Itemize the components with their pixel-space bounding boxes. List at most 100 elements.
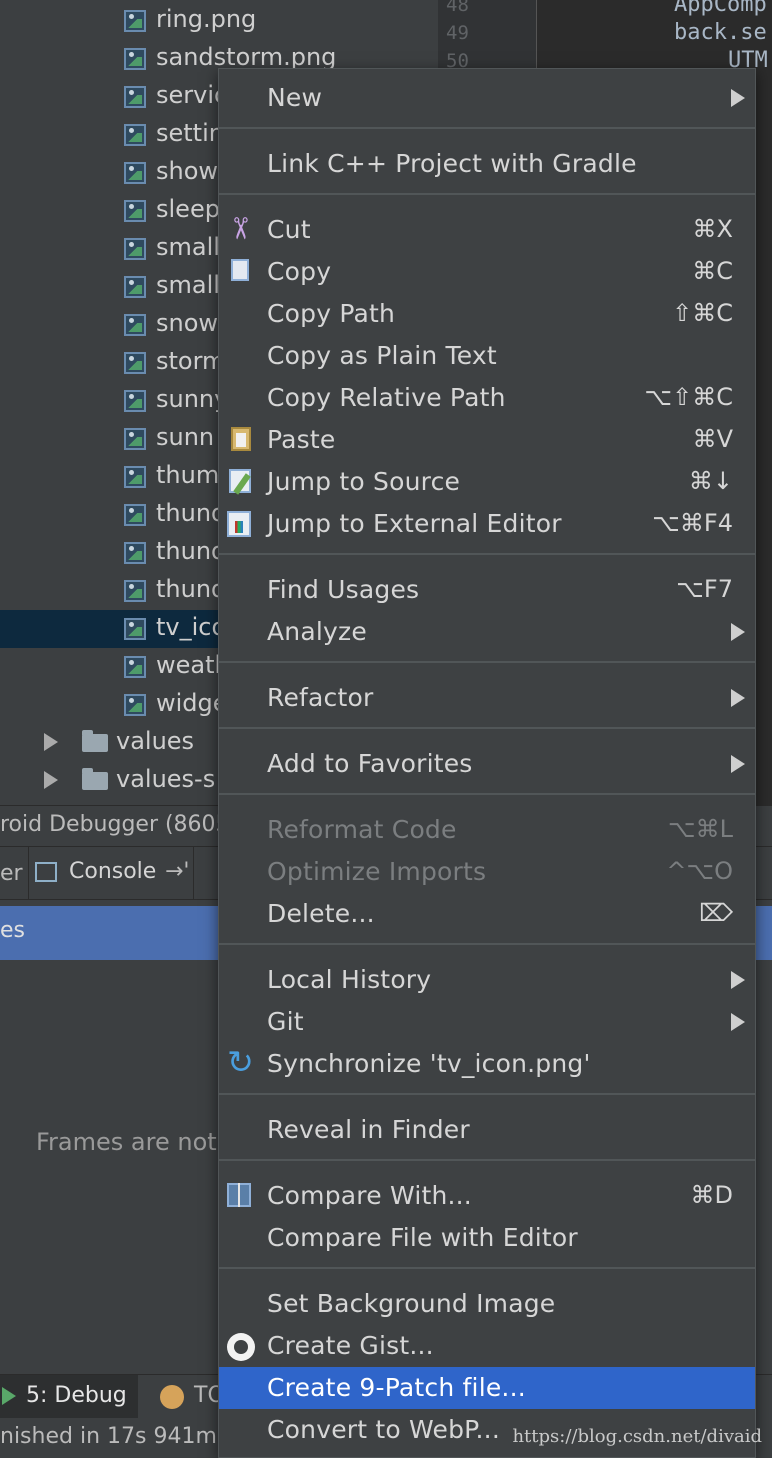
status-text: nished in 17s 941ms <box>0 1424 229 1449</box>
menu-separator <box>219 661 755 663</box>
menu-item-label: Set Background Image <box>267 1289 556 1318</box>
submenu-arrow-icon <box>731 755 745 773</box>
image-file-icon <box>124 48 146 70</box>
menu-item-git[interactable]: Git <box>219 1001 755 1043</box>
tree-file-label: widge <box>156 689 228 717</box>
image-file-icon <box>124 124 146 146</box>
tab-debug[interactable]: 5: Debug <box>0 1375 138 1419</box>
image-file-icon <box>124 542 146 564</box>
clipboard-icon <box>231 427 251 451</box>
menu-item-label: Find Usages <box>267 575 420 604</box>
menu-separator <box>219 727 755 729</box>
image-file-icon <box>124 200 146 222</box>
tree-file-label: sleep <box>156 195 220 223</box>
menu-shortcut: ⇧⌘C <box>672 299 733 327</box>
menu-item-label: Refactor <box>267 683 374 712</box>
menu-item-label: Link C++ Project with Gradle <box>267 149 637 178</box>
menu-item-compare-with-editor[interactable]: Compare File with Editor <box>219 1217 755 1259</box>
menu-item-set-background-image[interactable]: Set Background Image <box>219 1283 755 1325</box>
image-file-icon <box>124 162 146 184</box>
menu-item-synchronize[interactable]: Synchronize 'tv_icon.png' <box>219 1043 755 1085</box>
debugger-tab-partial[interactable]: er <box>0 861 23 886</box>
menu-item-label: Add to Favorites <box>267 749 473 778</box>
menu-separator <box>219 1159 755 1161</box>
menu-shortcut: ⌘V <box>692 425 733 453</box>
image-file-icon <box>124 428 146 450</box>
tree-file-label: thund <box>156 575 227 603</box>
menu-item-label: Jump to Source <box>267 467 461 496</box>
image-file-icon <box>124 238 146 260</box>
menu-item-label: Synchronize 'tv_icon.png' <box>267 1049 591 1078</box>
menu-item-copy-path[interactable]: Copy Path ⇧⌘C <box>219 293 755 335</box>
tree-file-label: thund <box>156 499 227 527</box>
menu-shortcut: ⌥⌘F4 <box>652 509 733 537</box>
menu-item-reveal-in-finder[interactable]: Reveal in Finder <box>219 1109 755 1151</box>
expand-arrow-icon[interactable] <box>44 771 58 789</box>
menu-item-analyze[interactable]: Analyze <box>219 611 755 653</box>
menu-shortcut: ⌥⌘L <box>667 815 733 843</box>
menu-item-find-usages[interactable]: Find Usages ⌥F7 <box>219 569 755 611</box>
menu-item-copy-relative-path[interactable]: Copy Relative Path ⌥⇧⌘C <box>219 377 755 419</box>
menu-shortcut: ⌘C <box>692 257 733 285</box>
copy-icon <box>225 255 249 281</box>
menu-item-new[interactable]: New <box>219 77 755 119</box>
menu-shortcut: ⌥⇧⌘C <box>644 383 733 411</box>
restore-layout-icon[interactable]: →' <box>165 859 189 884</box>
github-icon <box>227 1333 255 1361</box>
menu-item-local-history[interactable]: Local History <box>219 959 755 1001</box>
tree-file-label: small <box>156 271 220 299</box>
menu-item-optimize-imports: Optimize Imports ^⌥O <box>219 851 755 893</box>
menu-separator <box>219 193 755 195</box>
tree-file-label: ring.png <box>156 5 257 33</box>
menu-item-delete[interactable]: Delete... ⌦ <box>219 893 755 935</box>
folder-icon <box>82 730 108 752</box>
menu-item-label: Create 9-Patch file... <box>267 1373 526 1402</box>
tab-console[interactable]: Console →' <box>28 847 194 899</box>
menu-item-copy-plain-text[interactable]: Copy as Plain Text <box>219 335 755 377</box>
frames-header-label: es <box>0 918 25 943</box>
menu-shortcut: ⌘↓ <box>688 467 733 495</box>
submenu-arrow-icon <box>731 89 745 107</box>
context-menu: New Link C++ Project with Gradle Cut ⌘X C… <box>218 68 756 1458</box>
menu-item-label: Compare File with Editor <box>267 1223 578 1252</box>
menu-item-label: Compare With... <box>267 1181 472 1210</box>
menu-item-cut[interactable]: Cut ⌘X <box>219 209 755 251</box>
frames-empty-message: Frames are not <box>36 1128 217 1156</box>
menu-item-paste[interactable]: Paste ⌘V <box>219 419 755 461</box>
menu-item-create-9-patch[interactable]: Create 9-Patch file... <box>219 1367 755 1409</box>
menu-item-label: Copy Path <box>267 299 396 328</box>
menu-item-create-gist[interactable]: Create Gist... <box>219 1325 755 1367</box>
debugger-title: roid Debugger (8605 <box>0 812 230 837</box>
submenu-arrow-icon <box>731 623 745 641</box>
tree-file-label: sandstorm.png <box>156 43 337 71</box>
menu-item-reformat-code: Reformat Code ⌥⌘L <box>219 809 755 851</box>
menu-shortcut: ^⌥O <box>666 857 733 885</box>
image-file-icon <box>124 314 146 336</box>
menu-item-label: Cut <box>267 215 311 244</box>
menu-item-add-to-favorites[interactable]: Add to Favorites <box>219 743 755 785</box>
menu-item-label: Local History <box>267 965 432 994</box>
sync-icon <box>227 1043 255 1081</box>
menu-item-copy[interactable]: Copy ⌘C <box>219 251 755 293</box>
menu-item-jump-to-external-editor[interactable]: Jump to External Editor ⌥⌘F4 <box>219 503 755 545</box>
image-file-icon <box>124 504 146 526</box>
menu-item-compare-with[interactable]: Compare With... ⌘D <box>219 1175 755 1217</box>
tree-folder-label: values-s <box>116 765 216 793</box>
menu-item-label: Paste <box>267 425 336 454</box>
todo-icon <box>160 1385 184 1409</box>
tree-file-label: sunn <box>156 423 215 451</box>
tree-file-label: storm <box>156 347 226 375</box>
external-editor-icon <box>227 511 251 537</box>
menu-shortcut: ⌘X <box>692 215 733 243</box>
menu-item-label: Copy as Plain Text <box>267 341 497 370</box>
expand-arrow-icon[interactable] <box>44 733 58 751</box>
menu-item-link-cpp[interactable]: Link C++ Project with Gradle <box>219 143 755 185</box>
tree-file-row[interactable]: ring.png <box>0 2 438 40</box>
folder-icon <box>82 768 108 790</box>
menu-item-refactor[interactable]: Refactor <box>219 677 755 719</box>
menu-item-jump-to-source[interactable]: Jump to Source ⌘↓ <box>219 461 755 503</box>
submenu-arrow-icon <box>731 1013 745 1031</box>
tree-file-label: small <box>156 233 220 261</box>
scissors-icon <box>227 217 255 245</box>
tree-file-label: thund <box>156 537 227 565</box>
